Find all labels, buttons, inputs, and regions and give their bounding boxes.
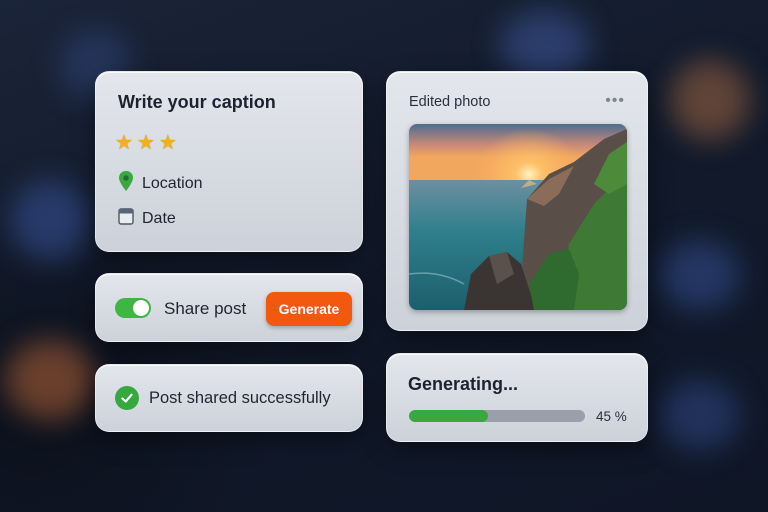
photo-card: Edited photo ••• bbox=[386, 71, 648, 331]
check-circle-icon bbox=[115, 386, 139, 410]
star-icon[interactable]: ★ bbox=[115, 132, 133, 154]
progress-card: Generating... 45 % bbox=[386, 353, 648, 442]
bokeh-light bbox=[660, 380, 740, 450]
generate-button[interactable]: Generate bbox=[266, 292, 352, 326]
progress-title: Generating... bbox=[408, 374, 519, 394]
bokeh-light bbox=[500, 10, 590, 80]
star-rating[interactable]: ★ ★ ★ bbox=[115, 132, 177, 154]
caption-card: Write your caption ★ ★ ★ Location Date bbox=[95, 71, 363, 252]
location-label: Location bbox=[142, 174, 203, 192]
map-pin-icon bbox=[118, 170, 134, 197]
star-icon[interactable]: ★ bbox=[159, 132, 177, 154]
progress-bar bbox=[409, 410, 585, 422]
star-icon[interactable]: ★ bbox=[137, 132, 155, 154]
progress-fill bbox=[409, 410, 489, 422]
share-toggle[interactable] bbox=[115, 298, 151, 318]
photo-card-title: Edited photo bbox=[409, 94, 491, 110]
success-card: Post shared successfully bbox=[95, 364, 363, 432]
success-message: Post shared successfully bbox=[149, 389, 331, 407]
bokeh-light bbox=[670, 60, 750, 140]
edited-photo[interactable] bbox=[409, 124, 627, 310]
share-card: Share post Generate bbox=[95, 273, 363, 342]
date-row[interactable]: Date bbox=[118, 207, 176, 230]
share-label: Share post bbox=[164, 299, 247, 318]
caption-title: Write your caption bbox=[118, 92, 276, 112]
calendar-icon bbox=[118, 207, 134, 230]
toggle-knob bbox=[133, 300, 149, 316]
more-horizontal-icon[interactable]: ••• bbox=[605, 92, 625, 110]
bokeh-light bbox=[10, 180, 90, 260]
bokeh-light bbox=[660, 240, 740, 310]
progress-percent: 45 % bbox=[596, 409, 627, 424]
bokeh-light bbox=[5, 340, 95, 420]
date-label: Date bbox=[142, 209, 176, 227]
location-row[interactable]: Location bbox=[118, 170, 203, 197]
